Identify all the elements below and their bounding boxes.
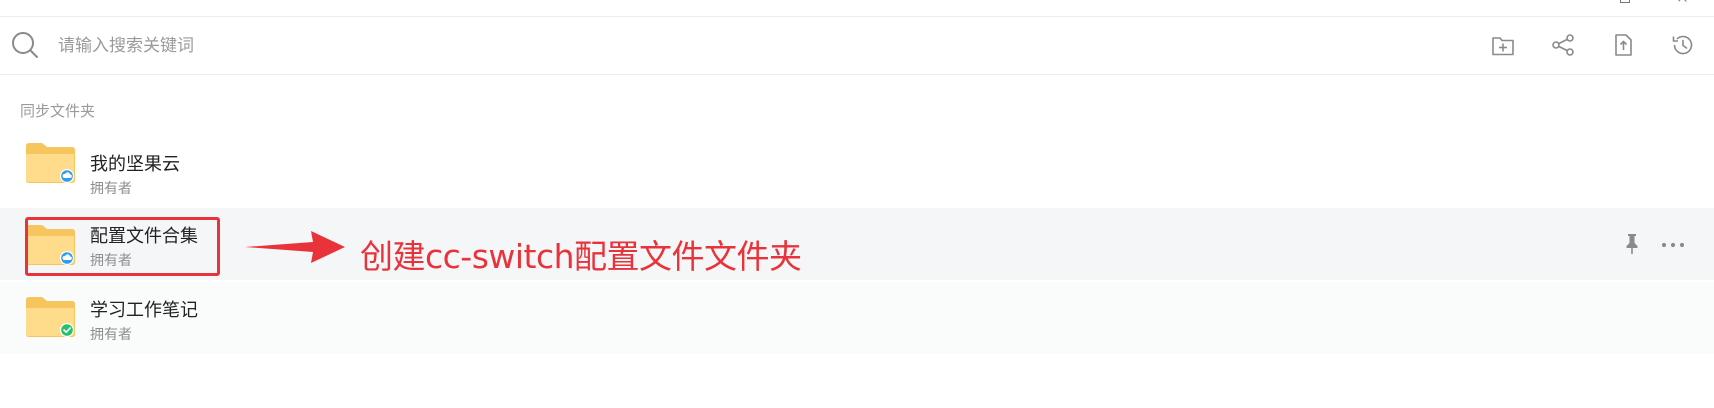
section-title: 同步文件夹 [20, 102, 96, 120]
check-icon [61, 324, 73, 336]
search-bar [0, 17, 1714, 75]
annotation-text: 创建cc-switch配置文件文件夹 [360, 237, 802, 276]
minimize-icon[interactable] [1618, 0, 1632, 6]
folder-row[interactable]: 学习工作笔记 拥有者 [0, 282, 1714, 354]
folder-row[interactable]: 我的坚果云 拥有者 [0, 128, 1714, 198]
search-icon[interactable] [10, 30, 40, 60]
more-options-icon[interactable] [1660, 237, 1686, 251]
folder-name: 我的坚果云 [90, 154, 180, 175]
share-icon[interactable] [1550, 32, 1576, 58]
search-input[interactable] [58, 31, 758, 61]
folder-owner: 拥有者 [90, 181, 132, 197]
close-icon[interactable] [1676, 0, 1690, 6]
pin-icon[interactable] [1622, 232, 1642, 256]
title-bar [0, 0, 1714, 17]
new-folder-icon[interactable] [1490, 32, 1516, 58]
annotation-highlight-box [25, 217, 220, 276]
folder-name: 学习工作笔记 [90, 300, 198, 321]
upload-file-icon[interactable] [1610, 32, 1636, 58]
folder-icon [24, 142, 76, 184]
folder-owner: 拥有者 [90, 327, 132, 343]
folder-icon [24, 296, 76, 338]
annotation-arrow-icon [245, 229, 347, 265]
history-icon[interactable] [1670, 32, 1696, 58]
